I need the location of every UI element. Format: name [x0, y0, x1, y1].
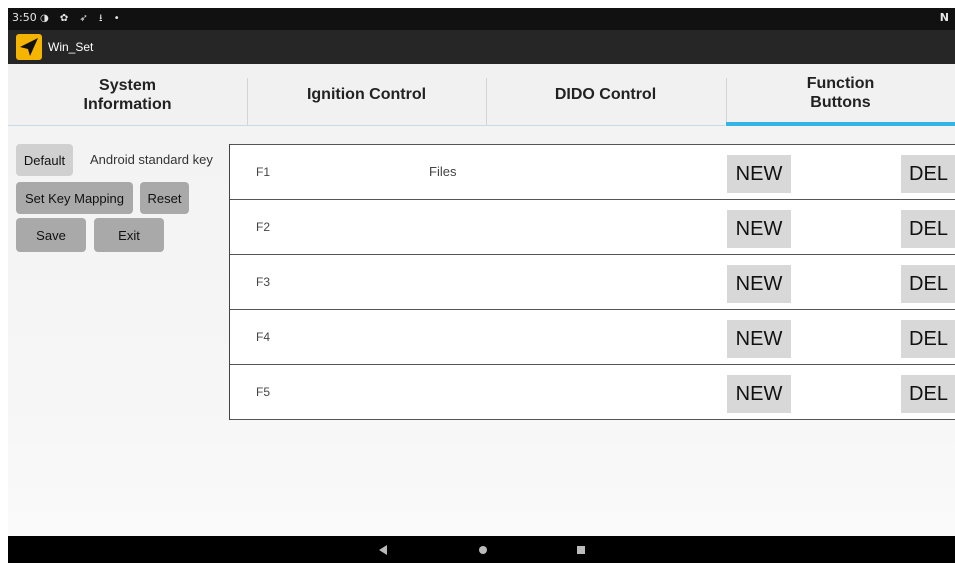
new-button[interactable]: NEW: [727, 210, 791, 248]
table-row: F2 NEW DEL: [230, 199, 955, 254]
default-button[interactable]: Default: [16, 144, 73, 176]
del-button[interactable]: DEL: [901, 320, 955, 358]
app-titlebar: Win_Set: [8, 30, 955, 64]
exit-button[interactable]: Exit: [94, 218, 164, 252]
table-row: F3 NEW DEL: [230, 254, 955, 309]
del-button[interactable]: DEL: [901, 210, 955, 248]
navigation-bar: [8, 536, 955, 563]
home-icon[interactable]: [463, 536, 503, 563]
new-button[interactable]: NEW: [727, 265, 791, 303]
key-mode-label: Android standard key: [90, 152, 213, 167]
function-key-label: F4: [256, 330, 271, 344]
tab-function-buttons[interactable]: Function Buttons: [726, 64, 955, 126]
table-row: F1 Files NEW DEL: [230, 144, 955, 199]
tab-ignition-control[interactable]: Ignition Control: [247, 64, 486, 126]
tab-dido-control[interactable]: DIDO Control: [486, 64, 725, 126]
tab-label: Ignition Control: [306, 86, 427, 103]
back-icon[interactable]: [363, 536, 403, 563]
del-button[interactable]: DEL: [901, 155, 955, 193]
status-icons: ◑ ✿ ➶ ⭳ •: [40, 13, 124, 24]
tab-system-information[interactable]: System Information: [8, 64, 247, 126]
reset-button[interactable]: Reset: [140, 182, 189, 214]
new-button[interactable]: NEW: [727, 155, 791, 193]
table-row: F5 NEW DEL: [230, 364, 955, 420]
new-button[interactable]: NEW: [727, 320, 791, 358]
status-bar: 3:50 ◑ ✿ ➶ ⭳ • N: [8, 8, 955, 30]
save-button[interactable]: Save: [16, 218, 86, 252]
app-logo-icon: [16, 34, 42, 60]
tab-label: DIDO Control: [554, 86, 657, 103]
table-row: F4 NEW DEL: [230, 309, 955, 364]
tab-bar: System Information Ignition Control DIDO…: [8, 64, 955, 126]
function-key-label: F3: [256, 275, 271, 289]
function-key-label: F5: [256, 385, 271, 399]
function-app-name: Files: [429, 164, 457, 179]
app-title: Win_Set: [48, 40, 94, 54]
recents-icon[interactable]: [561, 536, 601, 563]
tab-label: System Information: [83, 76, 172, 113]
del-button[interactable]: DEL: [901, 375, 955, 413]
function-key-label: F1: [256, 165, 271, 179]
set-key-mapping-button[interactable]: Set Key Mapping: [16, 182, 133, 214]
main-content: System Information Ignition Control DIDO…: [8, 64, 955, 536]
nfc-icon: N: [939, 11, 949, 24]
tab-label: Function Buttons: [806, 75, 875, 111]
status-time: 3:50: [12, 11, 37, 24]
del-button[interactable]: DEL: [901, 265, 955, 303]
new-button[interactable]: NEW: [727, 375, 791, 413]
function-buttons-table: F1 Files NEW DEL F2 NEW DEL F3 NEW DEL F…: [229, 144, 955, 420]
function-key-label: F2: [256, 220, 271, 234]
